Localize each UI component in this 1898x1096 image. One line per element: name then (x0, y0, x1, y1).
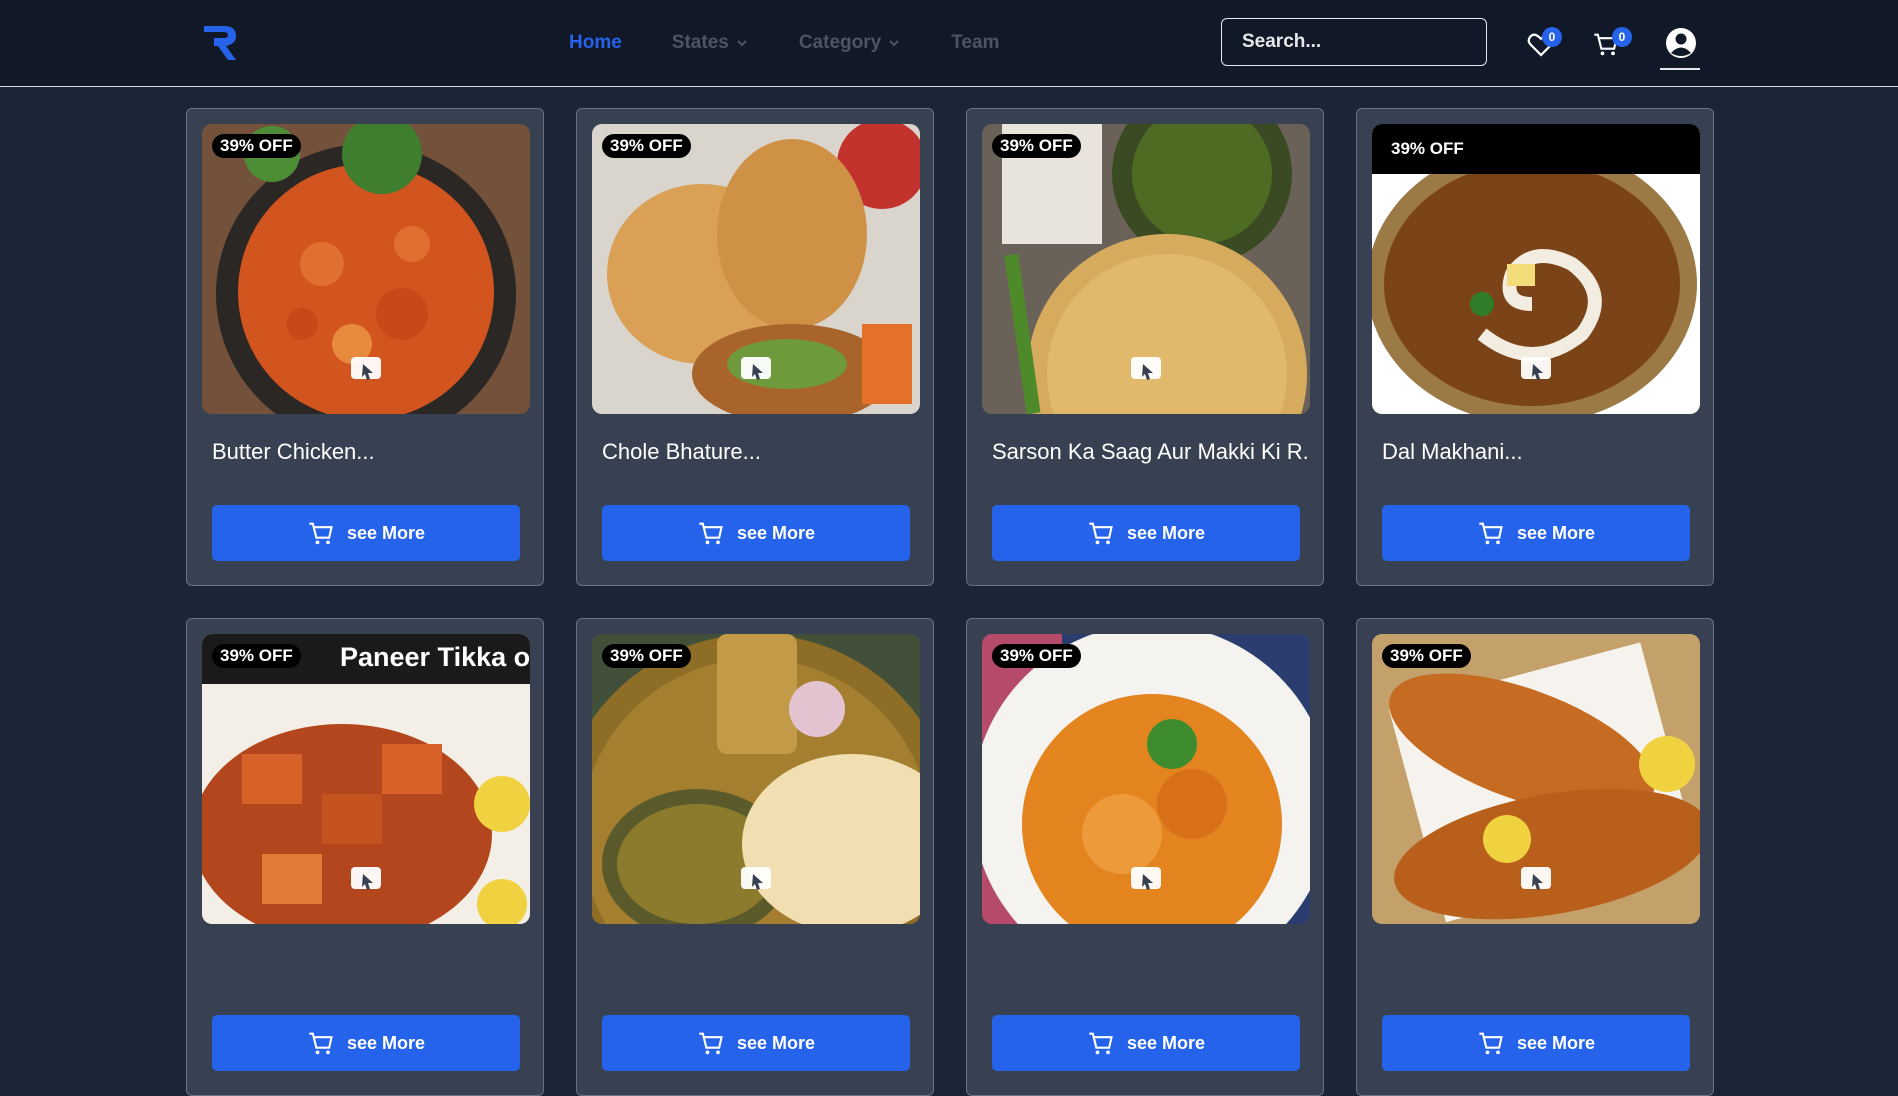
product-image[interactable]: 39% OFF (202, 124, 530, 414)
cart-icon (1089, 1032, 1113, 1055)
product-card-dal-makhani: 39% OFF Dal Makhani... see More (1356, 108, 1714, 586)
product-card-amritsari-kulcha: 39% OFF see More (576, 618, 934, 1096)
discount-badge: 39% OFF (1372, 124, 1700, 174)
image-caption: Paneer Tikka on Tawa (340, 642, 530, 672)
see-more-button[interactable]: see More (602, 1015, 910, 1071)
product-card-chole-bhature: 39% OFF Chole Bhature... see More (576, 108, 934, 586)
see-more-button[interactable]: see More (212, 505, 520, 561)
product-card-butter-chicken: 39% OFF Butter Chicken... see More (186, 108, 544, 586)
nav-category[interactable]: Category (799, 32, 901, 54)
cart-icon (1479, 1032, 1503, 1055)
see-more-button[interactable]: see More (212, 1015, 520, 1071)
cart-button[interactable]: 0 (1592, 27, 1632, 62)
discount-badge: 39% OFF (992, 134, 1081, 158)
nav-home[interactable]: Home (569, 32, 622, 54)
product-card-paneer-tikka: Paneer Tikka on Tawa 39% OFF see More (186, 618, 544, 1096)
product-image[interactable]: 39% OFF (592, 634, 920, 924)
see-more-label: see More (1126, 522, 1206, 543)
wishlist-count-badge: 0 (1542, 27, 1562, 47)
discount-badge: 39% OFF (1382, 644, 1471, 668)
play-video-icon[interactable] (349, 355, 383, 383)
product-image[interactable]: 39% OFF (982, 634, 1310, 924)
see-more-label: see More (1516, 522, 1596, 543)
product-image[interactable]: 39% OFF (982, 124, 1310, 414)
product-image[interactable]: Paneer Tikka on Tawa 39% OFF (202, 634, 530, 924)
main-nav: Home States Category Team (569, 0, 1049, 86)
nav-team[interactable]: Team (951, 32, 999, 54)
cart-icon (1479, 522, 1503, 545)
play-video-icon[interactable] (1519, 865, 1553, 893)
nav-team-label: Team (951, 32, 1000, 53)
see-more-label: see More (346, 1032, 426, 1053)
cart-count-badge: 0 (1612, 27, 1632, 47)
play-video-icon[interactable] (1129, 865, 1163, 893)
product-image[interactable]: 39% OFF (1372, 634, 1700, 924)
nav-states-label: States (671, 32, 729, 53)
see-more-button[interactable]: see More (992, 505, 1300, 561)
nav-states[interactable]: States (672, 32, 749, 54)
play-video-icon[interactable] (739, 355, 773, 383)
nav-category-label: Category (798, 32, 882, 53)
wishlist-button[interactable]: 0 (1526, 27, 1562, 62)
profile-underline (1660, 68, 1700, 70)
cart-icon (699, 1032, 723, 1055)
see-more-label: see More (346, 522, 426, 543)
see-more-button[interactable]: see More (602, 505, 910, 561)
nav-home-label: Home (569, 32, 622, 53)
product-card-chicken-curry: 39% OFF see More (966, 618, 1324, 1096)
user-avatar-icon (1666, 28, 1696, 58)
discount-badge: 39% OFF (602, 134, 691, 158)
discount-badge: 39% OFF (212, 644, 301, 668)
play-video-icon[interactable] (1519, 355, 1553, 383)
navbar: Home States Category Team 0 0 (0, 0, 1898, 87)
chevron-down-icon (737, 40, 747, 47)
cart-icon (309, 1032, 333, 1055)
discount-badge: 39% OFF (212, 134, 301, 158)
discount-badge: 39% OFF (602, 644, 691, 668)
see-more-button[interactable]: see More (1382, 1015, 1690, 1071)
cart-icon (1089, 522, 1113, 545)
product-image[interactable]: 39% OFF (1372, 124, 1700, 414)
profile-button[interactable] (1664, 26, 1698, 60)
search-input[interactable] (1221, 18, 1487, 66)
see-more-label: see More (1126, 1032, 1206, 1053)
cart-icon (309, 522, 333, 545)
play-video-icon[interactable] (349, 865, 383, 893)
see-more-button[interactable]: see More (992, 1015, 1300, 1071)
see-more-label: see More (736, 522, 816, 543)
see-more-button[interactable]: see More (1382, 505, 1690, 561)
product-card-sarson-saag: 39% OFF Sarson Ka Saag Aur Makki Ki R...… (966, 108, 1324, 586)
play-video-icon[interactable] (739, 865, 773, 893)
product-title[interactable]: Dal Makhani... (1382, 439, 1697, 465)
play-video-icon[interactable] (1129, 355, 1163, 383)
see-more-label: see More (1516, 1032, 1596, 1053)
discount-badge: 39% OFF (992, 644, 1081, 668)
cart-icon (699, 522, 723, 545)
product-title[interactable]: Chole Bhature... (602, 439, 917, 465)
product-title[interactable]: Sarson Ka Saag Aur Makki Ki R... (992, 439, 1307, 465)
brand-logo-icon[interactable] (202, 22, 242, 62)
product-title[interactable]: Butter Chicken... (212, 439, 527, 465)
chevron-down-icon (889, 40, 899, 47)
product-image[interactable]: 39% OFF (592, 124, 920, 414)
product-card-fried-fish: 39% OFF see More (1356, 618, 1714, 1096)
see-more-label: see More (736, 1032, 816, 1053)
